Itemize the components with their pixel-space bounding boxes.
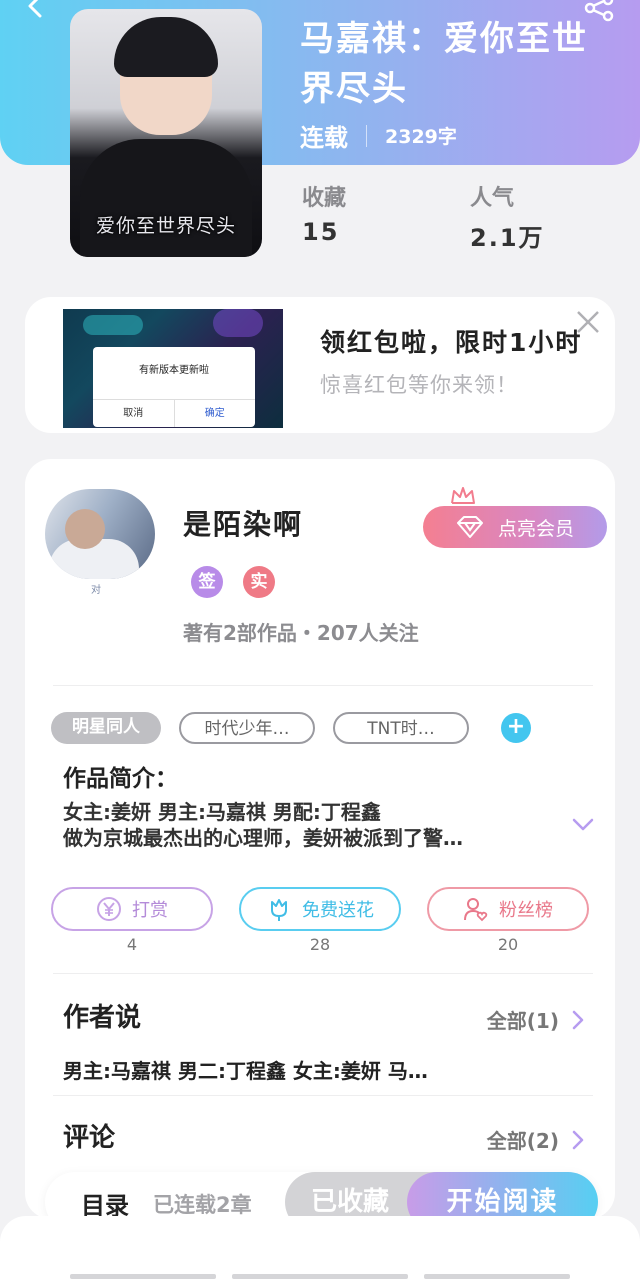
intro-title: 作品简介：	[63, 766, 178, 792]
fans-count: 20	[497, 935, 519, 954]
tag-list: 明星同人 时代少年… TNT时… +	[51, 712, 531, 744]
free-flower-button[interactable]: 免费送花	[239, 887, 401, 931]
sheet-indicator	[70, 1274, 216, 1279]
dialog-buttons: 取消 确定	[93, 399, 255, 427]
promo-banner[interactable]: 有新版本更新啦 取消 确定 领红包啦，限时1小时 惊喜红包等你来领！	[25, 297, 615, 433]
reward-label: 打赏	[132, 900, 168, 921]
tag-item[interactable]: TNT时…	[333, 712, 469, 744]
author-says-content[interactable]: 男主:马嘉祺 男二:丁程鑫 女主:姜妍 马…	[63, 1055, 428, 1084]
comments-all-link[interactable]: 全部(2)	[487, 1125, 585, 1154]
dialog-ok: 确定	[204, 408, 225, 419]
chapter-count: 已连载2章	[153, 1193, 252, 1217]
favorites-label: 收藏	[302, 186, 347, 211]
author-name[interactable]: 是陌染啊	[183, 503, 303, 543]
tag-item[interactable]: 明星同人	[51, 712, 161, 744]
vip-label: 点亮会员	[497, 517, 574, 540]
flower-count: 28	[309, 935, 331, 954]
serial-status: 连载	[300, 124, 348, 152]
author-says-all-link[interactable]: 全部(1)	[487, 1005, 585, 1034]
back-arrow-icon[interactable]	[22, 0, 48, 20]
avatar-face	[65, 509, 105, 549]
update-dialog: 有新版本更新啦 取消 确定	[93, 347, 255, 427]
chevron-right-icon	[572, 1130, 584, 1149]
add-tag-button[interactable]: +	[501, 713, 531, 743]
intro-line: 做为京城最杰出的心理师，姜妍被派到了警…	[63, 826, 463, 850]
cover-figure-body	[80, 139, 252, 257]
promo-title: 领红包啦，限时1小时	[320, 328, 583, 357]
promo-light	[83, 315, 143, 335]
word-count: 2329字	[385, 126, 457, 148]
vip-button[interactable]: 点亮会员	[423, 506, 607, 548]
promo-light	[213, 309, 263, 337]
dialog-cancel: 取消	[93, 400, 175, 427]
favorites-stat: 收藏 15	[302, 180, 346, 246]
comments-title: 评论	[63, 1123, 116, 1153]
dialog-message: 有新版本更新啦	[139, 365, 209, 376]
flower-icon	[271, 899, 287, 921]
verified-badge: 实	[243, 566, 275, 598]
book-cover[interactable]: 爱你至世界尽头	[70, 9, 262, 257]
intro-line: 女主:姜妍 男主:马嘉祺 男配:丁程鑫	[63, 800, 381, 824]
promo-image: 有新版本更新啦 取消 确定	[63, 309, 283, 428]
sheet-indicator	[232, 1274, 408, 1279]
sheet-indicator	[424, 1274, 570, 1279]
divider	[53, 1095, 593, 1096]
diamond-icon	[456, 516, 483, 538]
divider	[53, 685, 593, 686]
cover-caption: 爱你至世界尽头	[95, 215, 236, 237]
avatar-caption: 对	[91, 585, 101, 596]
flower-label: 免费送花	[302, 900, 374, 921]
tag-item[interactable]: 时代少年…	[179, 712, 315, 744]
promo-subtitle: 惊喜红包等你来领！	[320, 373, 518, 397]
fans-label: 粉丝榜	[499, 900, 553, 921]
divider	[53, 973, 593, 974]
author-avatar[interactable]	[45, 489, 155, 579]
author-meta: 著有2部作品・207人关注	[183, 621, 419, 645]
intro-text[interactable]: 女主:姜妍 男主:马嘉祺 男配:丁程鑫 做为京城最杰出的心理师，姜妍被派到了警…	[63, 799, 553, 851]
favorites-value: 15	[302, 218, 340, 246]
yen-icon	[97, 897, 121, 921]
comments-all-label: 全部(2)	[486, 1129, 559, 1153]
close-icon[interactable]	[575, 309, 601, 335]
crown-icon	[451, 487, 475, 504]
bottom-sheet-edge	[0, 1216, 640, 1279]
chevron-right-icon	[572, 1010, 584, 1029]
signed-badge: 签	[191, 566, 223, 598]
popularity-stat: 人气 2.1万	[470, 180, 545, 253]
author-says-all-label: 全部(1)	[486, 1009, 559, 1033]
status-divider	[366, 124, 367, 147]
popularity-label: 人气	[470, 186, 515, 211]
chevron-down-icon[interactable]	[571, 817, 595, 833]
fans-ranking-button[interactable]: 粉丝榜	[427, 887, 589, 931]
book-status-row: 连载 2329字	[300, 118, 457, 153]
cover-figure-hair	[114, 17, 218, 77]
book-title: 马嘉祺：爱你至世界尽头	[300, 19, 588, 109]
author-says-title: 作者说	[63, 1003, 142, 1033]
reward-count: 4	[126, 935, 138, 954]
fan-heart-icon	[464, 898, 488, 922]
popularity-value: 2.1万	[470, 224, 545, 252]
reward-button[interactable]: 打赏	[51, 887, 213, 931]
book-detail-card: 对 是陌染啊 签 实 著有2部作品・207人关注 点亮会员 明星同人 时代少年……	[25, 459, 615, 1219]
